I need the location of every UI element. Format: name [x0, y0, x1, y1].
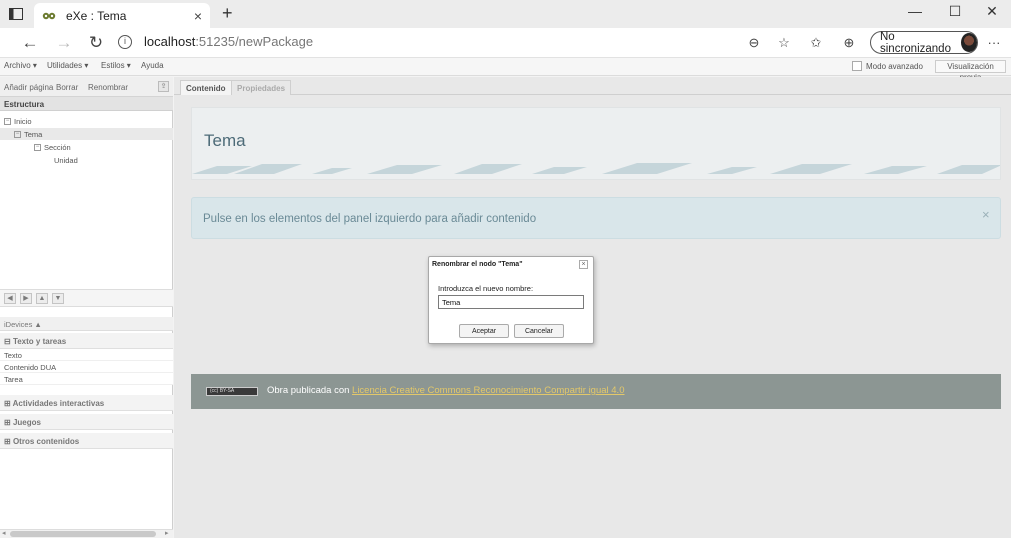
collapse-icon[interactable]: −	[34, 144, 41, 151]
refresh-icon[interactable]: ↻	[84, 32, 108, 54]
move-up-icon[interactable]: ▲	[36, 293, 48, 304]
browser-tab-bar: eXe : Tema × + — ☐ ✕	[0, 0, 1011, 28]
info-notice: Pulse en los elementos del panel izquier…	[191, 197, 1001, 239]
favorites-list-icon[interactable]: ✩	[807, 35, 825, 51]
address-bar: ← → ↻ i localhost:51235/newPackage ⊖ ☆ ✩…	[0, 28, 1011, 58]
structure-toolbar: Añadir página Borrar Renombrar ⇪	[0, 77, 173, 97]
close-dialog-icon[interactable]: ×	[579, 260, 588, 269]
content-tabs: Contenido Propiedades	[174, 77, 1011, 95]
left-panel: Añadir página Borrar Renombrar ⇪ Estruct…	[0, 77, 173, 538]
tree-node-label: Sección	[44, 143, 71, 152]
menu-ayuda[interactable]: Ayuda	[141, 61, 164, 70]
menu-archivo[interactable]: Archivo ▾	[4, 61, 37, 70]
cancel-button[interactable]: Cancelar	[514, 324, 564, 338]
collections-icon[interactable]: ⊕	[840, 35, 858, 51]
exe-favicon-icon	[42, 9, 56, 23]
tree-node-tema[interactable]: − Tema	[14, 130, 42, 139]
category-otros-contenidos[interactable]: ⊞ Otros contenidos	[0, 433, 173, 449]
tab-actions-icon[interactable]	[6, 5, 26, 23]
idevice-tarea[interactable]: Tarea	[0, 373, 173, 385]
add-page-button[interactable]: Añadir página	[4, 83, 53, 92]
url-path: :51235/newPackage	[195, 34, 314, 49]
forward-arrow-icon[interactable]: →	[52, 32, 76, 54]
app-menubar: Archivo ▾ Utilidades ▾ Estilos ▾ Ayuda M…	[0, 58, 1011, 82]
license-footer: (cc) BY-SA Obra publicada con Licencia C…	[191, 374, 1001, 409]
tree-node-inicio[interactable]: − Inicio	[4, 117, 32, 126]
tree-node-seccion[interactable]: − Sección	[34, 143, 71, 152]
minimize-button[interactable]: —	[900, 3, 930, 19]
scroll-left-icon[interactable]: ◂	[2, 530, 6, 538]
category-label: Juegos	[12, 418, 41, 427]
dialog-title: Renombrar el nodo "Tema"	[432, 261, 523, 268]
close-tab-icon[interactable]: ×	[194, 8, 202, 24]
move-left-icon[interactable]: ◀	[4, 293, 16, 304]
close-window-button[interactable]: ✕	[977, 3, 1007, 20]
scrollbar-thumb[interactable]	[10, 531, 156, 537]
new-tab-button[interactable]: +	[222, 4, 233, 22]
new-name-label: Introduzca el nuevo nombre:	[438, 284, 534, 293]
menu-utilidades[interactable]: Utilidades ▾	[47, 61, 88, 70]
advanced-mode-checkbox[interactable]	[852, 61, 862, 71]
collapse-icon[interactable]: −	[4, 118, 11, 125]
move-right-icon[interactable]: ▶	[20, 293, 32, 304]
tab-contenido[interactable]: Contenido	[180, 80, 232, 95]
footer-text: Obra publicada con Licencia Creative Com…	[267, 385, 624, 396]
idevices-heading[interactable]: iDevices ▲	[0, 317, 173, 331]
category-label: Actividades interactivas	[12, 399, 105, 408]
favorite-star-icon[interactable]: ☆	[775, 35, 793, 51]
category-texto-y-tareas[interactable]: ⊟ Texto y tareas	[0, 333, 173, 349]
delete-button[interactable]: Borrar	[56, 83, 78, 92]
cc-license-badge: (cc) BY-SA	[206, 387, 258, 396]
decorative-stripes	[192, 163, 1000, 174]
tree-move-controls: ◀ ▶ ▲ ▼	[0, 289, 173, 307]
maximize-button[interactable]: ☐	[940, 3, 970, 20]
sync-status-label: No sincronizando	[880, 30, 951, 55]
category-label: Texto y tareas	[12, 337, 67, 346]
back-arrow-icon[interactable]: ←	[18, 32, 42, 54]
menu-estilos[interactable]: Estilos ▾	[101, 61, 131, 70]
accept-button[interactable]: Aceptar	[459, 324, 509, 338]
tab-propiedades[interactable]: Propiedades	[231, 80, 292, 95]
horizontal-scrollbar[interactable]: ◂ ▸	[0, 529, 173, 538]
tree-node-label: Inicio	[14, 117, 32, 126]
new-name-input[interactable]	[438, 295, 584, 309]
avatar	[960, 33, 977, 52]
move-node-icon[interactable]: ⇪	[158, 81, 169, 92]
close-notice-icon[interactable]: ×	[982, 207, 990, 222]
more-options-icon[interactable]: ···	[985, 35, 1003, 51]
structure-heading: Estructura	[0, 97, 173, 111]
idevice-contenido-dua[interactable]: Contenido DUA	[0, 361, 173, 373]
tree-node-label: Unidad	[54, 156, 78, 165]
category-label: Otros contenidos	[12, 437, 80, 446]
url-field[interactable]: i localhost:51235/newPackage	[118, 34, 313, 49]
rename-button[interactable]: Renombrar	[88, 83, 128, 92]
site-info-icon[interactable]: i	[118, 34, 132, 49]
notice-message: Pulse en los elementos del panel izquier…	[203, 213, 537, 225]
page-title: Tema	[204, 131, 246, 150]
footer-prefix: Obra publicada con	[267, 385, 353, 396]
url-host: localhost	[144, 34, 196, 49]
category-actividades-interactivas[interactable]: ⊞ Actividades interactivas	[0, 395, 173, 411]
page-header-banner: Tema	[191, 107, 1001, 180]
move-down-icon[interactable]: ▼	[52, 293, 64, 304]
zoom-icon[interactable]: ⊖	[745, 35, 763, 51]
idevice-texto[interactable]: Texto	[0, 349, 173, 361]
preview-button[interactable]: Visualización previa	[935, 60, 1006, 82]
tree-node-unidad[interactable]: Unidad	[54, 156, 78, 165]
browser-tab[interactable]: eXe : Tema ×	[34, 3, 210, 28]
collapse-icon[interactable]: −	[14, 131, 21, 138]
scroll-right-icon[interactable]: ▸	[165, 530, 169, 538]
category-juegos[interactable]: ⊞ Juegos	[0, 414, 173, 430]
sync-status-button[interactable]: No sincronizando	[870, 30, 978, 55]
browser-tab-title: eXe : Tema	[66, 8, 127, 23]
advanced-mode-label: Modo avanzado	[866, 62, 923, 71]
license-link[interactable]: Licencia Creative Commons Reconocimiento…	[352, 385, 624, 396]
rename-dialog: Renombrar el nodo "Tema" × Introduzca el…	[428, 256, 594, 344]
tree-node-label: Tema	[24, 130, 43, 139]
